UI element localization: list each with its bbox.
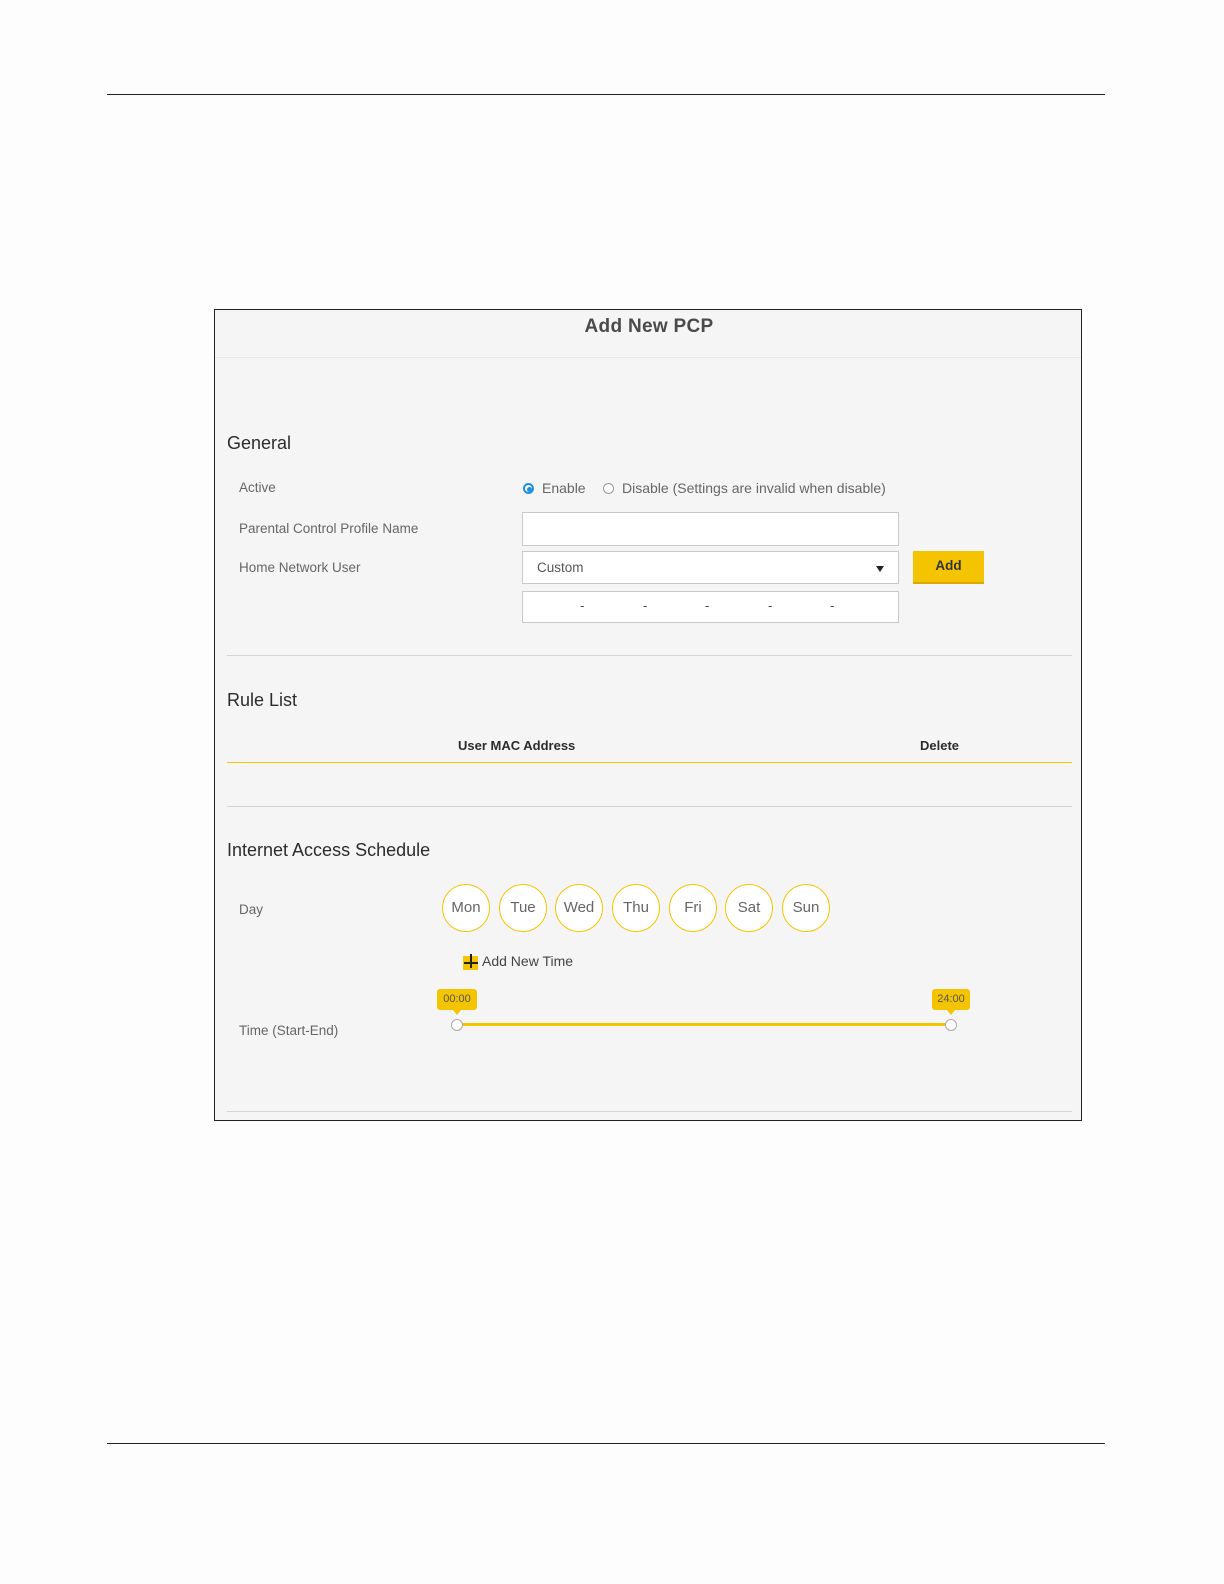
profile-name-label: Parental Control Profile Name — [239, 521, 419, 536]
dialog-title: Add New PCP — [584, 316, 714, 337]
day-tue[interactable]: Tue — [499, 884, 547, 932]
time-end-bubble: 24:00 — [932, 989, 970, 1015]
home-network-user-select[interactable]: Custom — [522, 551, 899, 584]
day-label: Day — [239, 902, 264, 917]
day-thu[interactable]: Thu — [612, 884, 660, 932]
profile-name-input[interactable] — [522, 512, 899, 546]
title-divider — [215, 357, 1081, 358]
day-sun[interactable]: Sun — [782, 884, 830, 932]
day-mon[interactable]: Mon — [442, 884, 490, 932]
mac-separator: - — [643, 598, 648, 613]
schedule-section-title: Internet Access Schedule — [227, 840, 431, 860]
add-new-time-label: Add New Time — [482, 953, 574, 969]
section-divider — [227, 806, 1072, 807]
time-start-handle[interactable] — [451, 1019, 463, 1031]
mac-separator: - — [768, 598, 773, 613]
add-pcp-dialog: Add New PCP General Active Enable Disabl… — [214, 309, 1082, 1121]
active-label: Active — [239, 480, 276, 495]
enable-radio[interactable] — [523, 483, 534, 494]
caret-down-icon — [876, 566, 884, 572]
time-range-track[interactable] — [457, 1023, 951, 1026]
table-header-underline — [227, 762, 1072, 763]
section-divider — [227, 1111, 1072, 1112]
disable-radio[interactable] — [603, 483, 614, 494]
general-section-title: General — [227, 433, 292, 453]
mac-separator: - — [580, 598, 585, 613]
section-divider — [227, 655, 1072, 656]
page-header-rule — [107, 94, 1105, 95]
page-footer-rule — [107, 1443, 1105, 1444]
mac-address-input[interactable]: - - - - - — [522, 591, 899, 623]
time-range-label: Time (Start-End) — [239, 1023, 339, 1038]
add-button[interactable]: Add — [913, 551, 984, 584]
enable-label: Enable — [542, 480, 586, 496]
add-new-time-button[interactable]: Add New Time — [461, 953, 591, 973]
day-wed[interactable]: Wed — [555, 884, 603, 932]
plus-icon — [463, 954, 478, 970]
disable-label: Disable (Settings are invalid when disab… — [622, 480, 886, 496]
home-network-user-label: Home Network User — [239, 560, 361, 575]
rule-list-section-title: Rule List — [227, 690, 298, 710]
column-header-mac: User MAC Address — [458, 738, 576, 753]
day-fri[interactable]: Fri — [669, 884, 717, 932]
home-network-user-value: Custom — [537, 560, 584, 575]
time-start-bubble: 00:00 — [437, 989, 477, 1015]
time-end-handle[interactable] — [945, 1019, 957, 1031]
mac-separator: - — [705, 598, 710, 613]
mac-separator: - — [830, 598, 835, 613]
day-sat[interactable]: Sat — [725, 884, 773, 932]
column-header-delete: Delete — [920, 738, 960, 753]
